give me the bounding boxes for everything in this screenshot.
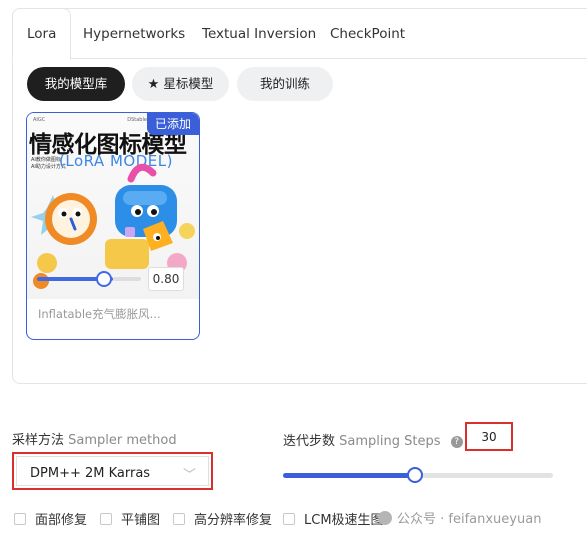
- tab-lora[interactable]: Lora: [12, 8, 72, 60]
- sampler-select[interactable]: DPM++ 2M Karras ﹀: [12, 452, 213, 490]
- tab-checkpoint[interactable]: CheckPoint: [330, 9, 405, 59]
- steps-slider[interactable]: [283, 467, 553, 483]
- model-preview-image: AIGC DStableDiffusion 情感化图标模型 AI教你做图标 AI…: [27, 113, 199, 299]
- tab-bar: Lora Hypernetworks Textual Inversion Che…: [12, 8, 587, 60]
- chevron-down-icon: ﹀: [182, 468, 196, 483]
- steps-slider-fill: [283, 473, 416, 478]
- steps-label-cn: 迭代步数: [283, 434, 336, 449]
- checkbox[interactable]: [283, 513, 295, 525]
- weight-slider-handle[interactable]: [96, 271, 112, 287]
- checkbox[interactable]: [14, 513, 26, 525]
- starred-models-label: 星标模型: [163, 76, 214, 91]
- watermark: 公众号 · feifanxueyuan: [378, 508, 541, 527]
- option-label: LCM极速生图: [304, 513, 384, 528]
- option-tiling[interactable]: 平铺图: [100, 509, 160, 528]
- my-models-button[interactable]: 我的模型库: [27, 67, 125, 101]
- sampler-label: 采样方法 Sampler method: [12, 429, 177, 448]
- model-card[interactable]: AIGC DStableDiffusion 情感化图标模型 AI教你做图标 AI…: [26, 112, 200, 340]
- option-label: 面部修复: [35, 513, 88, 528]
- steps-label: 迭代步数 Sampling Steps ?: [283, 430, 463, 449]
- star-icon: ★: [147, 77, 160, 92]
- sampler-label-en: Sampler method: [68, 433, 177, 448]
- option-face-restore[interactable]: 面部修复: [14, 509, 87, 528]
- model-name: Inflatable充气膨胀风...: [38, 307, 161, 321]
- option-hires-fix[interactable]: 高分辨率修复: [173, 509, 272, 528]
- steps-slider-handle[interactable]: [407, 467, 424, 483]
- my-training-button[interactable]: 我的训练: [237, 67, 333, 101]
- weight-input[interactable]: 0.80: [148, 267, 184, 291]
- sampler-value: DPM++ 2M Karras: [30, 466, 151, 481]
- help-icon[interactable]: ?: [450, 435, 463, 448]
- steps-label-en: Sampling Steps: [339, 434, 441, 449]
- option-label: 平铺图: [121, 513, 161, 528]
- option-lcm[interactable]: LCM极速生图: [283, 509, 384, 528]
- option-label: 高分辨率修复: [194, 513, 273, 528]
- tab-hypernetworks[interactable]: Hypernetworks: [83, 9, 185, 59]
- checkbox[interactable]: [100, 513, 112, 525]
- sampler-label-cn: 采样方法: [12, 433, 65, 448]
- steps-input-highlight: 30: [465, 422, 513, 451]
- sampler-select-box: DPM++ 2M Karras ﹀: [16, 456, 209, 486]
- wechat-icon: [378, 511, 392, 525]
- checkbox[interactable]: [173, 513, 185, 525]
- watermark-text: 公众号 · feifanxueyuan: [397, 512, 542, 527]
- starred-models-button[interactable]: ★ 星标模型: [132, 67, 229, 101]
- added-badge: 已添加: [147, 113, 199, 135]
- tab-textual-inversion[interactable]: Textual Inversion: [202, 9, 316, 59]
- steps-input[interactable]: 30: [471, 427, 507, 447]
- weight-slider-track: [113, 277, 141, 281]
